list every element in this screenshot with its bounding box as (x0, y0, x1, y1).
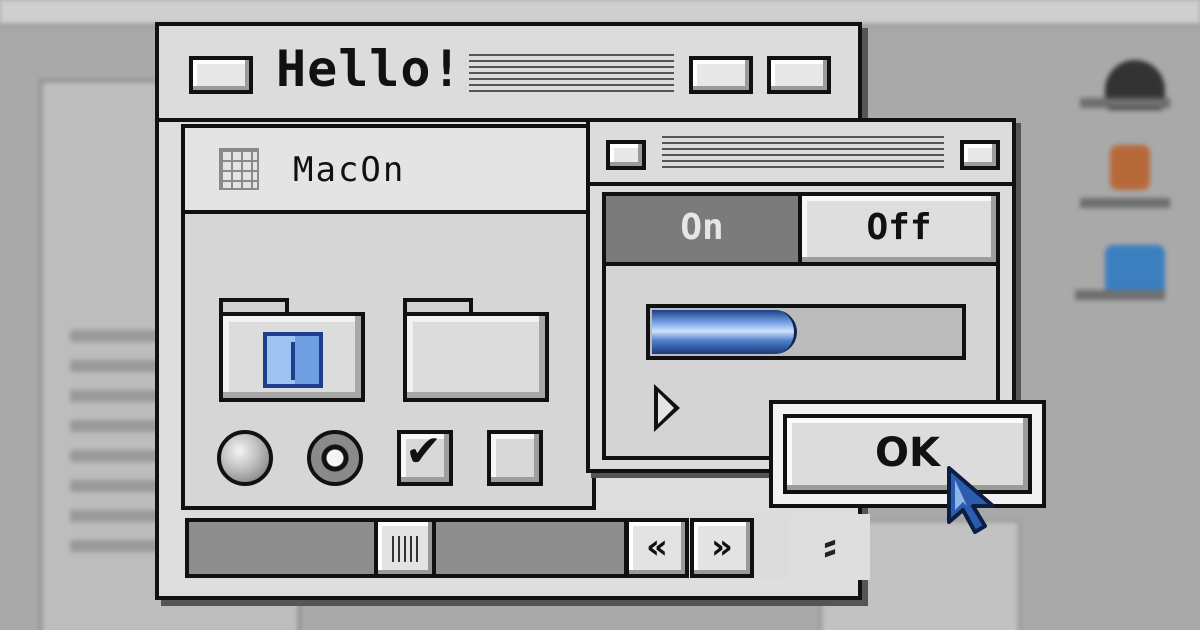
arrow-cursor-icon (947, 466, 995, 534)
horizontal-scrollbar[interactable]: « » ⸗ (185, 510, 870, 580)
scroll-left-button[interactable]: « (625, 518, 689, 578)
title-stripes (662, 136, 944, 170)
background-list-row (70, 450, 160, 462)
background-list-row (70, 390, 160, 402)
collapse-box[interactable] (767, 56, 831, 94)
checkbox-unchecked[interactable] (487, 430, 543, 486)
title-stripes (469, 54, 674, 94)
zoom-box[interactable] (689, 56, 753, 94)
desktop-icon-label (1080, 198, 1170, 208)
finder-icon (263, 332, 323, 388)
finder-folder-icon[interactable] (219, 298, 365, 402)
background-list-row (70, 510, 160, 522)
scroll-track[interactable] (185, 518, 378, 578)
progress-fill (652, 310, 797, 354)
folder-icon[interactable] (403, 298, 549, 402)
window-title: Hello! (276, 40, 463, 98)
scroll-thumb[interactable] (374, 518, 436, 578)
folder-icon (1105, 245, 1165, 295)
background-list-row (70, 330, 160, 342)
segment-on[interactable]: On (606, 196, 802, 266)
checkbox-checked[interactable]: ✔ (397, 430, 453, 486)
desktop-icon-label (1075, 290, 1165, 300)
close-box[interactable] (606, 140, 646, 170)
background-list-row (70, 540, 160, 552)
scroll-track[interactable] (432, 518, 628, 578)
background-list-row (70, 420, 160, 432)
desktop-icon-label (1080, 98, 1170, 108)
progress-bar (646, 304, 966, 360)
disclosure-triangle-icon[interactable] (654, 384, 680, 432)
panel-header: MacOn (185, 128, 592, 214)
radio-button-selected[interactable] (307, 430, 363, 486)
content-panel: MacOn ✔ (181, 124, 596, 510)
title-bar[interactable] (590, 122, 1012, 186)
scroll-right-button[interactable]: » (690, 518, 754, 578)
background-list-row (70, 480, 160, 492)
title-bar[interactable]: Hello! (159, 26, 858, 122)
close-box[interactable] (189, 56, 253, 94)
grid-icon (219, 148, 259, 190)
background-list-row (70, 360, 160, 372)
panel-title: MacOn (293, 150, 406, 190)
segment-off[interactable]: Off (802, 196, 996, 266)
checkmark-icon: ✔ (405, 426, 442, 477)
grow-box-icon[interactable]: ⸗ (790, 514, 870, 580)
application-icon (1110, 145, 1150, 190)
collapse-box[interactable] (960, 140, 1000, 170)
radio-button-unselected[interactable] (217, 430, 273, 486)
